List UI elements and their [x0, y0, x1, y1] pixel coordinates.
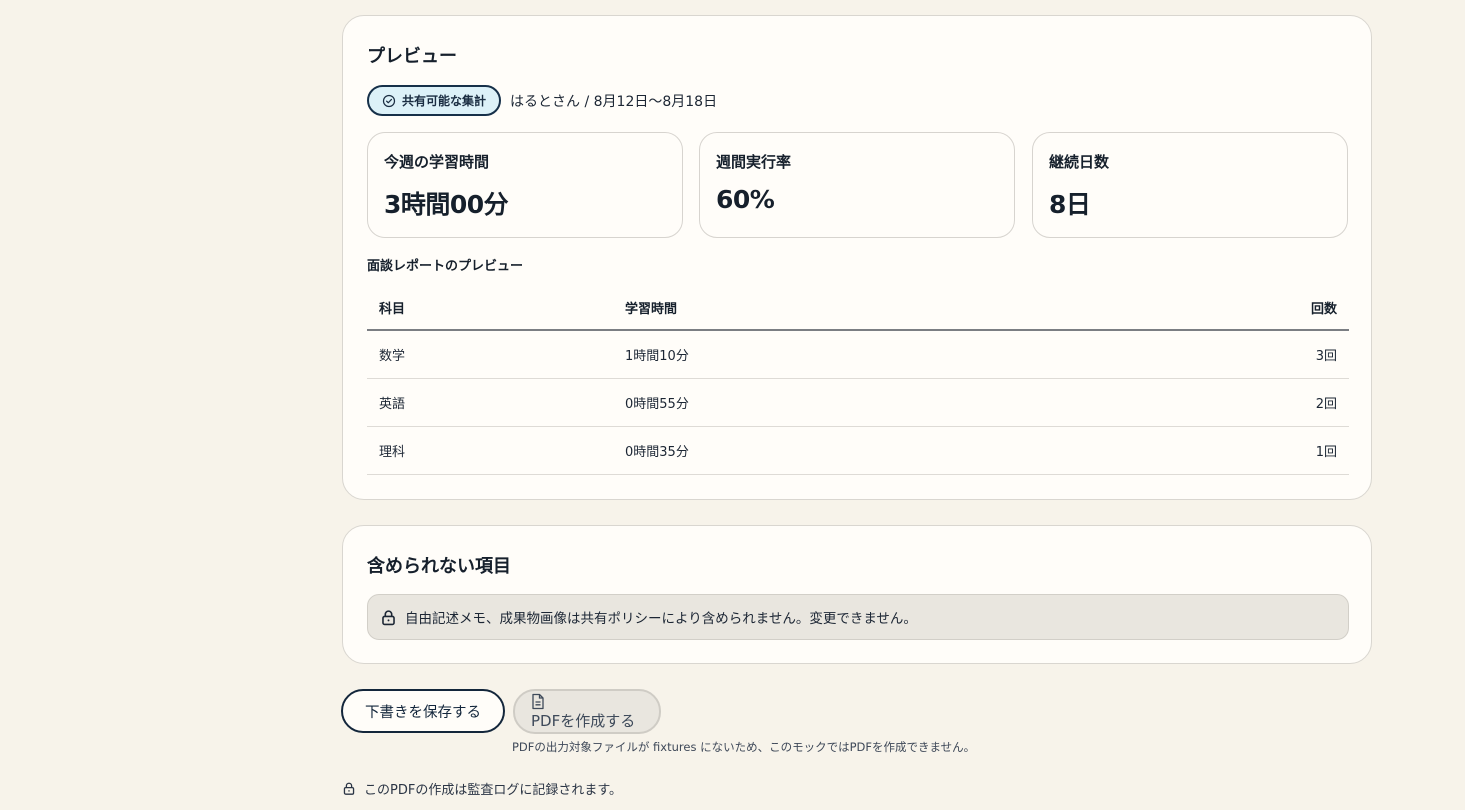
stat-value: 3時間00分: [384, 190, 509, 219]
report-preview-title: 面談レポートのプレビュー: [367, 259, 524, 274]
pdf-unavailable-hint: PDFの出力対象ファイルが fixtures にないため、このモックではPDFを…: [512, 740, 976, 754]
document-icon: [532, 693, 544, 710]
table-row: 数学 1時間10分 3回: [367, 331, 1349, 379]
save-draft-button[interactable]: 下書きを保存する: [341, 689, 505, 733]
cell-study-time: 1時間10分: [625, 349, 689, 364]
cell-subject: 数学: [379, 349, 406, 364]
stat-label: 週間実行率: [716, 153, 792, 171]
table-row: 英語 0時間55分 2回: [367, 379, 1349, 427]
stat-value: 8日: [1049, 190, 1091, 219]
create-pdf-label: PDFを作成する: [531, 712, 636, 730]
table-row: 理科 0時間35分 1回: [367, 427, 1349, 475]
header-subject: 科目: [379, 301, 406, 317]
cell-count: 1回: [1315, 445, 1337, 460]
check-circle-icon: [382, 94, 396, 107]
excluded-items-card: 含められない項目 自由記述メモ、成果物画像は共有ポリシーにより含められません。変…: [342, 525, 1372, 664]
header-study-time: 学習時間: [625, 301, 678, 317]
audit-log-text: このPDFの作成は監査ログに記録されます。: [364, 783, 623, 798]
header-count: 回数: [1310, 301, 1337, 317]
stat-label: 継続日数: [1049, 153, 1110, 171]
shareable-badge: 共有可能な集計: [367, 85, 502, 116]
policy-notice: 自由記述メモ、成果物画像は共有ポリシーにより含められません。変更できません。: [367, 594, 1349, 640]
cell-count: 2回: [1315, 397, 1337, 412]
table-header: 科目 学習時間 回数: [367, 285, 1349, 331]
stat-weekly-rate: 週間実行率 60%: [699, 132, 1015, 238]
cell-study-time: 0時間55分: [625, 397, 689, 412]
stat-streak-days: 継続日数 8日: [1032, 132, 1348, 238]
preview-card: プレビュー 共有可能な集計 はるとさん / 8月12日〜8月18日 今週の学習時…: [342, 15, 1372, 500]
cell-count: 3回: [1315, 349, 1337, 364]
report-table: 科目 学習時間 回数 数学 1時間10分 3回 英語 0時間55分 2回 理科 …: [367, 285, 1349, 475]
cell-subject: 理科: [379, 445, 406, 460]
share-info-row: 共有可能な集計 はるとさん / 8月12日〜8月18日: [367, 85, 717, 116]
stat-study-time: 今週の学習時間 3時間00分: [367, 132, 683, 238]
cell-study-time: 0時間35分: [625, 445, 689, 460]
create-pdf-button[interactable]: PDFを作成する: [513, 689, 661, 734]
lock-icon: [382, 609, 395, 625]
audit-log-note: このPDFの作成は監査ログに記録されます。: [342, 779, 622, 798]
excluded-title: 含められない項目: [367, 556, 511, 577]
lock-icon: [343, 782, 355, 795]
cell-subject: 英語: [379, 397, 406, 412]
stat-label: 今週の学習時間: [384, 153, 490, 171]
policy-notice-text: 自由記述メモ、成果物画像は共有ポリシーにより含められません。変更できません。: [405, 611, 917, 627]
preview-title: プレビュー: [367, 46, 457, 67]
student-period: はるとさん / 8月12日〜8月18日: [510, 93, 718, 110]
stat-value: 60%: [716, 185, 775, 214]
badge-label: 共有可能な集計: [402, 94, 487, 108]
